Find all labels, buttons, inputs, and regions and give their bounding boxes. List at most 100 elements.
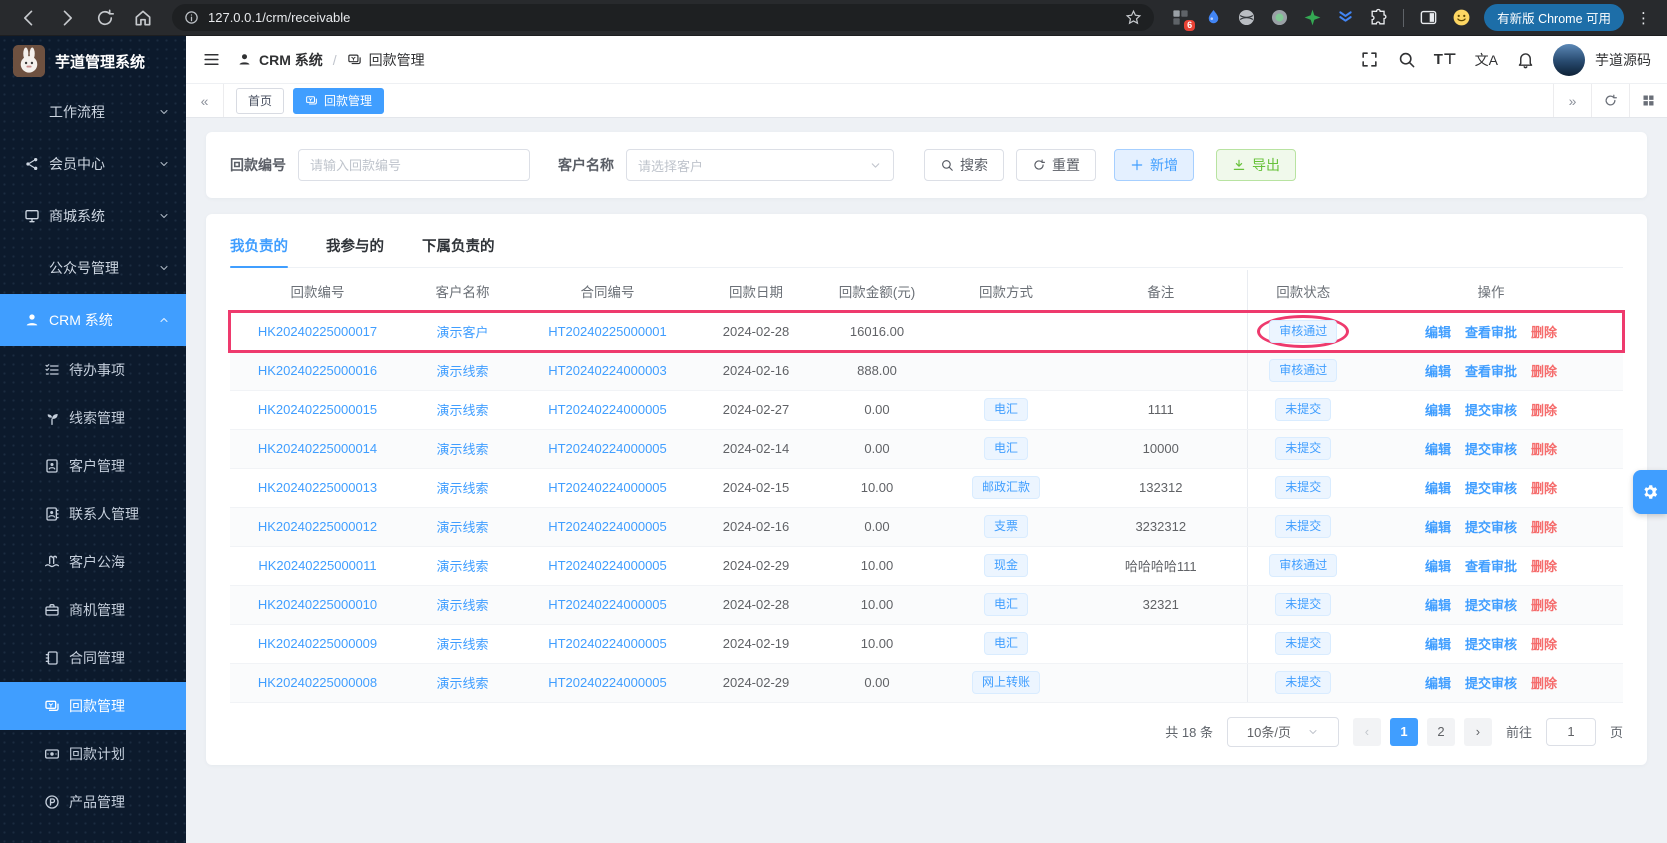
action-submit-review-link[interactable]: 提交审核	[1465, 598, 1517, 613]
contract-link[interactable]: HT20240224000003	[548, 363, 667, 378]
action-edit-link[interactable]: 编辑	[1425, 364, 1451, 379]
extension-circle-icon[interactable]	[1270, 8, 1289, 27]
extension-star-icon[interactable]	[1303, 8, 1322, 27]
action-delete-link[interactable]: 删除	[1531, 325, 1557, 340]
sidebar-item-1[interactable]: 线索管理	[0, 394, 186, 442]
contract-link[interactable]: HT20240224000005	[548, 402, 667, 417]
bookmark-star-icon[interactable]	[1125, 9, 1142, 26]
action-delete-link[interactable]: 删除	[1531, 364, 1557, 379]
contract-link[interactable]: HT20240224000005	[548, 597, 667, 612]
username[interactable]: 芋道源码	[1595, 50, 1651, 70]
receivable-number-link[interactable]: HK20240225000014	[258, 441, 377, 456]
customer-link[interactable]: 演示线索	[436, 598, 488, 613]
notification-bell-icon[interactable]	[1516, 50, 1535, 69]
customer-link[interactable]: 演示线索	[436, 637, 488, 652]
collapse-menu-icon[interactable]	[202, 50, 221, 69]
browser-back-icon[interactable]	[19, 8, 39, 28]
action-delete-link[interactable]: 删除	[1531, 637, 1557, 652]
receivable-number-link[interactable]: HK20240225000009	[258, 636, 377, 651]
prev-page-button[interactable]: ‹	[1353, 718, 1381, 746]
tags-refresh-icon[interactable]	[1591, 84, 1629, 117]
page-button-1[interactable]: 1	[1390, 718, 1418, 746]
contract-link[interactable]: HT20240224000005	[548, 441, 667, 456]
tab-2[interactable]: 下属负责的	[422, 224, 495, 267]
contract-link[interactable]: HT20240224000005	[548, 480, 667, 495]
action-edit-link[interactable]: 编辑	[1425, 442, 1451, 457]
goto-page-input[interactable]	[1546, 718, 1596, 746]
chrome-update-button[interactable]: 有新版 Chrome 可用	[1484, 4, 1624, 31]
action-delete-link[interactable]: 删除	[1531, 559, 1557, 574]
contract-link[interactable]: HT20240224000005	[548, 558, 667, 573]
receivable-number-link[interactable]: HK20240225000013	[258, 480, 377, 495]
sidebar-item-9[interactable]: 产品管理	[0, 778, 186, 826]
customer-link[interactable]: 演示客户	[436, 325, 488, 340]
action-edit-link[interactable]: 编辑	[1425, 676, 1451, 691]
contract-link[interactable]: HT20240224000005	[548, 519, 667, 534]
user-avatar[interactable]	[1553, 44, 1585, 76]
receivable-number-link[interactable]: HK20240225000017	[258, 324, 377, 339]
action-edit-link[interactable]: 编辑	[1425, 598, 1451, 613]
receivable-number-link[interactable]: HK20240225000008	[258, 675, 377, 690]
action-edit-link[interactable]: 编辑	[1425, 481, 1451, 496]
layout-grid-icon[interactable]	[1629, 84, 1667, 117]
extension-sphere-icon[interactable]	[1237, 8, 1256, 27]
customer-link[interactable]: 演示线索	[436, 520, 488, 535]
sidebar-group-0[interactable]: 工作流程	[0, 86, 186, 138]
receivable-number-input[interactable]	[298, 149, 530, 181]
sidebar-group-2[interactable]: 商城系统	[0, 190, 186, 242]
customer-link[interactable]: 演示线索	[436, 442, 488, 457]
action-delete-link[interactable]: 删除	[1531, 403, 1557, 418]
receivable-number-link[interactable]: HK20240225000016	[258, 363, 377, 378]
action-submit-review-link[interactable]: 提交审核	[1465, 403, 1517, 418]
tags-scroll-left-icon[interactable]: «	[186, 84, 224, 117]
receivable-number-link[interactable]: HK20240225000011	[258, 558, 376, 573]
next-page-button[interactable]: ›	[1464, 718, 1492, 746]
fullscreen-icon[interactable]	[1360, 50, 1379, 69]
action-delete-link[interactable]: 删除	[1531, 520, 1557, 535]
search-button[interactable]: 搜索	[924, 149, 1004, 181]
settings-drawer-button[interactable]	[1633, 470, 1667, 514]
action-edit-link[interactable]: 编辑	[1425, 637, 1451, 652]
search-icon[interactable]	[1397, 50, 1416, 69]
extension-chevrons-icon[interactable]	[1336, 8, 1355, 27]
action-edit-link[interactable]: 编辑	[1425, 403, 1451, 418]
action-view-approval-link[interactable]: 查看审批	[1465, 325, 1517, 340]
reset-button[interactable]: 重置	[1016, 149, 1096, 181]
tab-1[interactable]: 我参与的	[326, 224, 384, 267]
contract-link[interactable]: HT20240224000005	[548, 636, 667, 651]
breadcrumb-root[interactable]: CRM 系统	[259, 50, 323, 70]
action-submit-review-link[interactable]: 提交审核	[1465, 442, 1517, 457]
customer-select[interactable]: 请选择客户	[626, 149, 894, 181]
page-size-select[interactable]: 10条/页	[1227, 717, 1339, 747]
action-edit-link[interactable]: 编辑	[1425, 520, 1451, 535]
customer-link[interactable]: 演示线索	[436, 403, 488, 418]
app-logo-row[interactable]: 芋道管理系统	[0, 36, 186, 86]
contract-link[interactable]: HT20240225000001	[548, 324, 667, 339]
action-submit-review-link[interactable]: 提交审核	[1465, 676, 1517, 691]
site-info-icon[interactable]	[184, 10, 199, 25]
customer-link[interactable]: 演示线索	[436, 559, 488, 574]
extension-drop-icon[interactable]	[1204, 8, 1223, 27]
sidebar-item-4[interactable]: 客户公海	[0, 538, 186, 586]
browser-forward-icon[interactable]	[57, 8, 77, 28]
side-panel-icon[interactable]	[1419, 8, 1438, 27]
sidebar-item-3[interactable]: 联系人管理	[0, 490, 186, 538]
action-delete-link[interactable]: 删除	[1531, 481, 1557, 496]
add-button[interactable]: 新增	[1114, 149, 1194, 181]
action-view-approval-link[interactable]: 查看审批	[1465, 364, 1517, 379]
sidebar-item-0[interactable]: 待办事项	[0, 346, 186, 394]
address-bar[interactable]: 127.0.0.1/crm/receivable	[172, 4, 1154, 31]
sidebar-group-3[interactable]: 公众号管理	[0, 242, 186, 294]
browser-menu-dots-icon[interactable]: ⋮	[1636, 9, 1651, 27]
sidebar-item-8[interactable]: 回款计划	[0, 730, 186, 778]
tags-scroll-right-icon[interactable]: »	[1553, 84, 1591, 117]
action-edit-link[interactable]: 编辑	[1425, 559, 1451, 574]
customer-link[interactable]: 演示线索	[436, 364, 488, 379]
tab-0[interactable]: 我负责的	[230, 224, 288, 267]
profile-avatar-icon[interactable]	[1452, 8, 1471, 27]
receivable-number-link[interactable]: HK20240225000012	[258, 519, 377, 534]
action-delete-link[interactable]: 删除	[1531, 676, 1557, 691]
browser-reload-icon[interactable]	[95, 8, 115, 28]
export-button[interactable]: 导出	[1216, 149, 1296, 181]
action-submit-review-link[interactable]: 提交审核	[1465, 520, 1517, 535]
